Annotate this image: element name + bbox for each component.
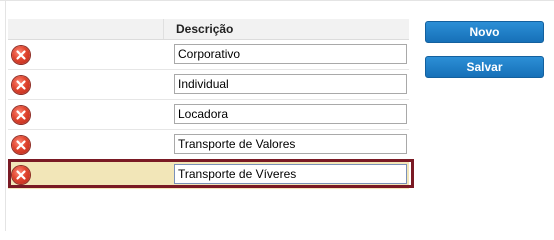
- x-icon: [16, 170, 26, 180]
- description-column-header: Descrição: [176, 22, 234, 36]
- delete-row-icon[interactable]: [12, 46, 30, 64]
- left-divider: [5, 1, 6, 231]
- description-grid: Descrição: [8, 19, 409, 189]
- table-row: [8, 40, 409, 70]
- table-row: [8, 100, 409, 130]
- page: Descrição Corporativo Individual Locador…: [0, 0, 554, 231]
- x-icon: [16, 110, 26, 120]
- delete-row-icon[interactable]: [12, 76, 30, 94]
- top-divider: [0, 0, 554, 1]
- x-icon: [16, 80, 26, 90]
- description-input[interactable]: [174, 134, 407, 154]
- delete-row-icon[interactable]: [12, 106, 30, 124]
- description-input[interactable]: [174, 74, 407, 94]
- save-button[interactable]: Salvar: [425, 56, 544, 78]
- table-row: [8, 130, 409, 160]
- new-button[interactable]: Novo: [425, 21, 544, 43]
- description-input[interactable]: [174, 44, 407, 64]
- description-input[interactable]: [174, 104, 407, 124]
- delete-column-header: [8, 19, 164, 39]
- delete-row-icon[interactable]: [12, 166, 30, 184]
- x-icon: [16, 140, 26, 150]
- x-icon: [16, 50, 26, 60]
- description-input[interactable]: [174, 164, 407, 184]
- table-row: [8, 70, 409, 100]
- table-row-selected[interactable]: [8, 160, 409, 189]
- grid-header: Descrição: [8, 19, 409, 40]
- delete-row-icon[interactable]: [12, 136, 30, 154]
